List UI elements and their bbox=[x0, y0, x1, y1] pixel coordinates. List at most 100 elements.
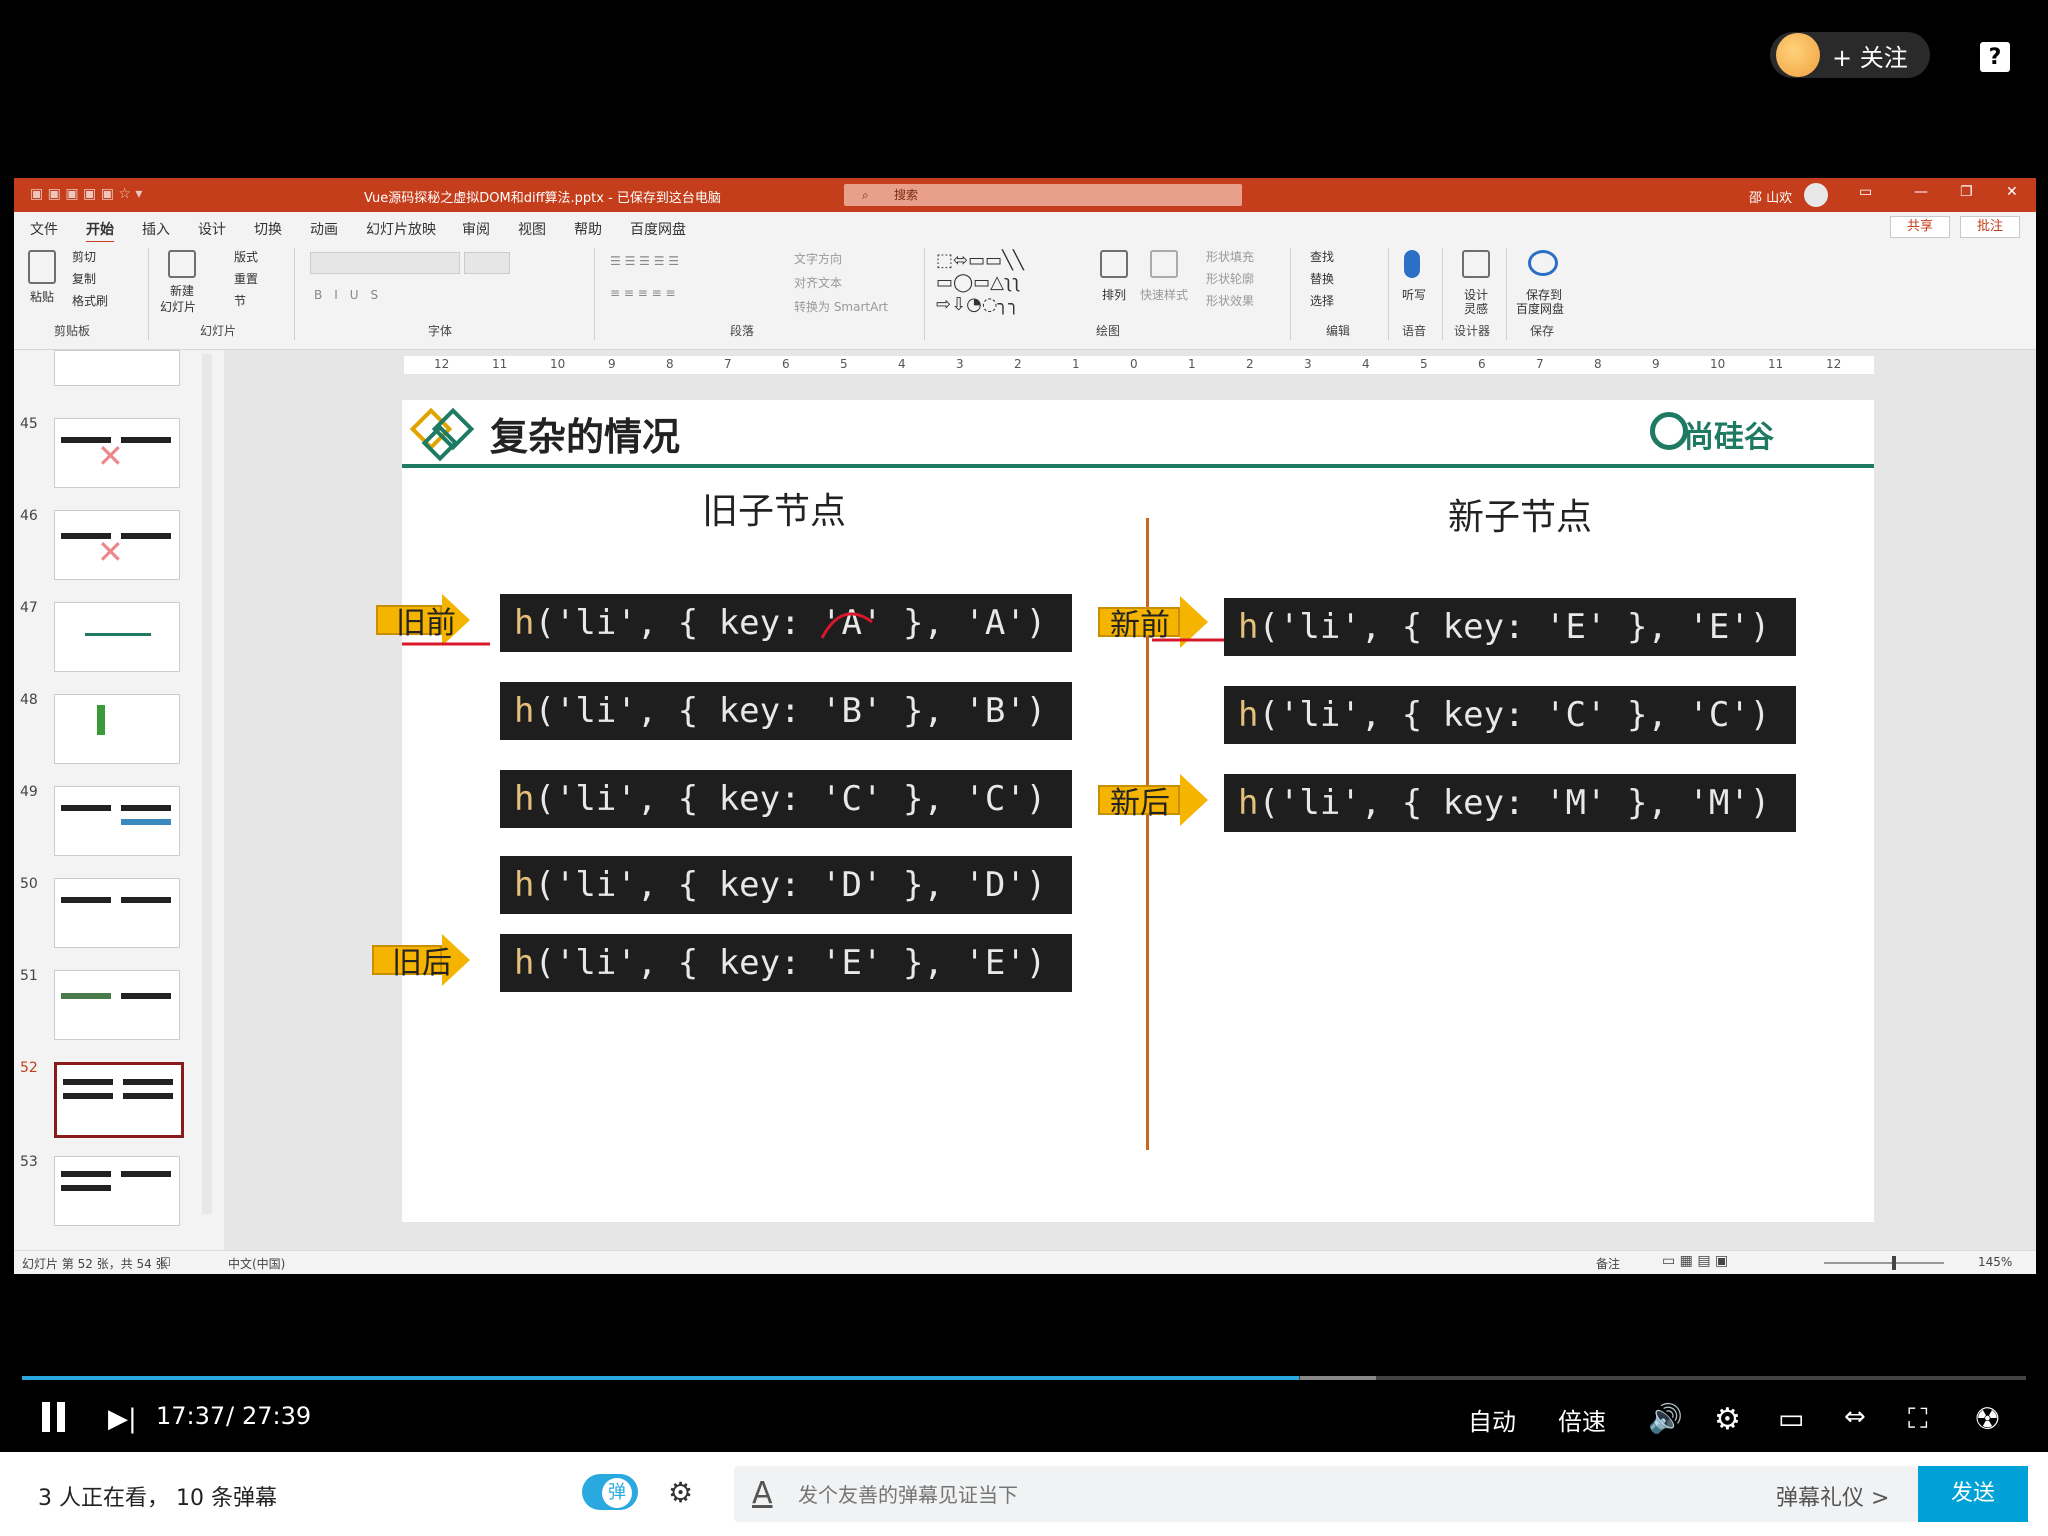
share-button[interactable]: 共享 bbox=[1890, 216, 1950, 238]
quality-button[interactable]: 自动 bbox=[1468, 1402, 1516, 1437]
section-button[interactable]: 节 bbox=[234, 292, 246, 309]
format-painter-button[interactable]: 格式刷 bbox=[72, 292, 108, 309]
ruler-tick: 5 bbox=[840, 357, 848, 371]
fullscreen-icon[interactable]: ☢ bbox=[1974, 1402, 2001, 1437]
volume-icon[interactable]: 🔊 bbox=[1648, 1402, 1683, 1435]
slide-thumbnail[interactable]: ✕ bbox=[54, 510, 180, 580]
slide-thumbnail[interactable]: ✕ bbox=[54, 418, 180, 488]
save-to-label-2[interactable]: 百度网盘 bbox=[1516, 300, 1564, 317]
reset-button[interactable]: 重置 bbox=[234, 270, 258, 287]
web-fullscreen-icon[interactable]: ⛶ bbox=[1908, 1402, 1928, 1436]
slide-thumbnail[interactable] bbox=[54, 694, 180, 764]
font-name-select[interactable] bbox=[310, 252, 460, 274]
shape-effects-button[interactable]: 形状效果 bbox=[1206, 292, 1254, 309]
comments-button[interactable]: 批注 bbox=[1960, 216, 2020, 238]
paste-label[interactable]: 粘贴 bbox=[30, 288, 54, 305]
smartart-button[interactable]: 转换为 SmartArt bbox=[794, 298, 888, 315]
follow-button[interactable]: + 关注 bbox=[1770, 32, 1930, 78]
select-button[interactable]: 选择 bbox=[1310, 292, 1334, 309]
layout-button[interactable]: 版式 bbox=[234, 248, 258, 265]
design-ideas-icon[interactable] bbox=[1462, 250, 1490, 278]
tab-view[interactable]: 视图 bbox=[518, 219, 546, 239]
tab-home[interactable]: 开始 bbox=[86, 219, 114, 244]
danmu-etiquette-link[interactable]: 弹幕礼仪 > bbox=[1776, 1480, 1889, 1512]
font-format-buttons[interactable]: BIUS bbox=[314, 288, 390, 302]
shapes-gallery[interactable]: ⬚⬄▭▭╲╲ ▭◯▭△ʅʅ ⇨⇩◔◌╮╮ bbox=[936, 250, 1086, 315]
thumbnails-scrollbar[interactable] bbox=[202, 354, 212, 1214]
notes-button[interactable]: 备注 bbox=[1596, 1255, 1620, 1272]
slide-thumbnail[interactable] bbox=[54, 602, 180, 672]
tab-slideshow[interactable]: 幻灯片放映 bbox=[366, 219, 436, 239]
slide-thumbnail[interactable] bbox=[54, 970, 180, 1040]
slide-thumbnail[interactable] bbox=[54, 878, 180, 948]
status-bar: 幻灯片 第 52 张，共 54 张 ☐ 中文(中国) 备注 ▭ ▦ ▤ ▣ 14… bbox=[14, 1250, 2036, 1274]
danmu-style-icon[interactable]: A bbox=[752, 1476, 773, 1511]
view-buttons[interactable]: ▭ ▦ ▤ ▣ bbox=[1662, 1253, 1742, 1269]
user-name[interactable]: 邵 山欢 bbox=[1749, 187, 1792, 206]
slide-thumbnail[interactable] bbox=[54, 1156, 180, 1226]
close-icon[interactable]: ✕ bbox=[2006, 184, 2018, 200]
group-designer: 设计器 bbox=[1454, 324, 1491, 338]
shape-fill-button[interactable]: 形状填充 bbox=[1206, 248, 1254, 265]
paste-icon[interactable] bbox=[28, 250, 56, 284]
widescreen-icon[interactable]: ⇔ bbox=[1844, 1402, 1866, 1432]
zoom-slider[interactable] bbox=[1824, 1262, 1944, 1264]
quick-styles-icon[interactable] bbox=[1150, 250, 1178, 278]
quick-styles-button[interactable]: 快速样式 bbox=[1140, 286, 1188, 303]
shape-outline-button[interactable]: 形状轮廓 bbox=[1206, 270, 1254, 287]
zoom-slider-thumb[interactable] bbox=[1892, 1256, 1896, 1270]
tab-transitions[interactable]: 切换 bbox=[254, 219, 282, 239]
pause-icon[interactable] bbox=[42, 1402, 68, 1432]
replace-button[interactable]: 替换 bbox=[1310, 270, 1334, 287]
uploader-avatar[interactable] bbox=[1776, 33, 1820, 77]
tab-insert[interactable]: 插入 bbox=[142, 219, 170, 239]
language-status[interactable]: 中文(中国) bbox=[228, 1255, 285, 1272]
new-slide-label[interactable]: 新建 bbox=[170, 282, 194, 299]
danmu-toggle-knob[interactable]: 弹 bbox=[602, 1478, 632, 1508]
slide-thumbnail[interactable] bbox=[54, 786, 180, 856]
tab-animations[interactable]: 动画 bbox=[310, 219, 338, 239]
list-buttons[interactable]: ☰ ☰ ☰ ☰ ☰ bbox=[610, 254, 679, 268]
slide-thumbnail-selected[interactable] bbox=[54, 1062, 184, 1138]
next-icon[interactable]: ▶| bbox=[108, 1404, 137, 1434]
align-buttons[interactable]: ≡ ≡ ≡ ≡ ≡ bbox=[610, 286, 676, 300]
video-progress-played[interactable] bbox=[22, 1376, 1299, 1380]
search-box[interactable]: ⌕ 搜索 bbox=[844, 184, 1242, 206]
tab-help[interactable]: 帮助 bbox=[574, 219, 602, 239]
text-direction-button[interactable]: 文字方向 bbox=[794, 250, 842, 267]
cut-button[interactable]: 剪切 bbox=[72, 248, 96, 265]
slide[interactable]: 复杂的情况 尚硅谷 旧子节点 新子节点 h('li', { key: 'A' }… bbox=[372, 400, 1874, 1222]
copy-button[interactable]: 复制 bbox=[72, 270, 96, 287]
help-icon[interactable]: ? bbox=[1980, 42, 2010, 72]
quick-access-toolbar[interactable]: ▣ ▣ ▣ ▣ ▣ ☆ ▾ bbox=[30, 186, 142, 202]
ribbon-display-icon[interactable]: ▭ bbox=[1859, 184, 1872, 200]
send-button[interactable]: 发送 bbox=[1918, 1466, 2028, 1522]
tab-file[interactable]: 文件 bbox=[30, 219, 58, 239]
picture-in-picture-icon[interactable]: ▭ bbox=[1778, 1402, 1804, 1435]
tab-review[interactable]: 审阅 bbox=[462, 219, 490, 239]
ruler-tick: 10 bbox=[550, 357, 566, 371]
new-slide-label-2[interactable]: 幻灯片 bbox=[160, 298, 196, 315]
user-avatar[interactable] bbox=[1804, 183, 1828, 207]
microphone-icon[interactable] bbox=[1404, 250, 1420, 278]
danmu-settings-icon[interactable]: ⚙ bbox=[668, 1476, 693, 1509]
slide-thumbnail[interactable] bbox=[54, 350, 180, 386]
arrange-button[interactable]: 排列 bbox=[1102, 286, 1126, 303]
align-text-button[interactable]: 对齐文本 bbox=[794, 274, 842, 291]
speed-button[interactable]: 倍速 bbox=[1558, 1402, 1606, 1437]
design-ideas-label-2[interactable]: 灵感 bbox=[1464, 300, 1488, 317]
zoom-level[interactable]: 145% bbox=[1978, 1255, 2012, 1269]
find-button[interactable]: 查找 bbox=[1310, 248, 1334, 265]
danmu-input[interactable] bbox=[798, 1480, 1498, 1510]
tab-design[interactable]: 设计 bbox=[198, 219, 226, 239]
tab-baidu-netdisk[interactable]: 百度网盘 bbox=[630, 219, 686, 239]
restore-icon[interactable]: ❐ bbox=[1960, 184, 1973, 200]
accessibility-icon[interactable]: ☐ bbox=[160, 1255, 171, 1269]
font-size-select[interactable] bbox=[464, 252, 510, 274]
settings-icon[interactable]: ⚙ bbox=[1714, 1402, 1741, 1437]
minimize-icon[interactable]: — bbox=[1914, 184, 1928, 200]
new-slide-icon[interactable] bbox=[168, 250, 196, 278]
dictate-button[interactable]: 听写 bbox=[1402, 286, 1426, 303]
baidu-netdisk-icon[interactable] bbox=[1528, 250, 1558, 276]
arrange-icon[interactable] bbox=[1100, 250, 1128, 278]
